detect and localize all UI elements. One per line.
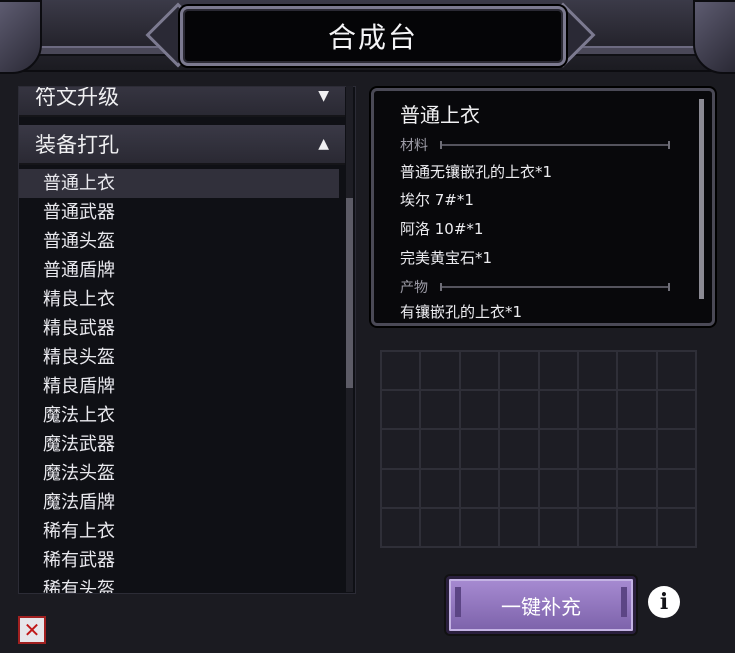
inventory-slot[interactable] bbox=[459, 468, 500, 508]
inventory-slot[interactable] bbox=[381, 351, 421, 391]
recipe-list-item[interactable]: 普通头盔 bbox=[19, 227, 339, 256]
inventory-slot[interactable] bbox=[420, 507, 460, 547]
recipe-list-item[interactable]: 稀有头盔 bbox=[19, 575, 339, 593]
recipe-list-item[interactable]: 精良武器 bbox=[19, 314, 339, 343]
recipe-list-item[interactable]: 精良上衣 bbox=[19, 285, 339, 314]
recipe-list-item[interactable]: 魔法武器 bbox=[19, 430, 339, 459]
inventory-slot[interactable] bbox=[577, 468, 618, 508]
title-plate: 合成台 bbox=[180, 6, 566, 66]
close-button[interactable]: ✕ bbox=[18, 616, 46, 644]
inventory-slot[interactable] bbox=[656, 429, 696, 469]
ornament-right bbox=[693, 0, 735, 74]
inventory-slot[interactable] bbox=[617, 351, 657, 391]
inventory-slot[interactable] bbox=[499, 390, 539, 430]
crafting-window: 合成台 符文升级 ▼ 装备打孔 ▲ 普通上衣 普通武器 普通头盔 普通盾牌 精良上衣 精良… bbox=[0, 0, 735, 653]
inventory-slot[interactable] bbox=[459, 507, 500, 547]
auto-fill-label: 一键补充 bbox=[501, 594, 581, 619]
inventory-slot[interactable] bbox=[656, 468, 696, 508]
recipe-detail-panel: 普通上衣 材料 普通无镶嵌孔的上衣*1 埃尔 7#*1 阿洛 10#*1 完美黄… bbox=[371, 88, 715, 326]
info-glyph: i bbox=[659, 589, 669, 615]
recipe-list-item[interactable]: 魔法头盔 bbox=[19, 459, 339, 488]
recipe-list-item[interactable]: 魔法盾牌 bbox=[19, 488, 339, 517]
material-entry: 阿洛 10#*1 bbox=[400, 220, 484, 238]
category-label: 符文升级 bbox=[35, 86, 119, 109]
inventory-slot[interactable] bbox=[538, 429, 578, 469]
recipe-list-item[interactable]: 普通武器 bbox=[19, 198, 339, 227]
material-entry: 普通无镶嵌孔的上衣*1 bbox=[400, 163, 553, 181]
materials-label: 材料 bbox=[400, 138, 428, 154]
products-header: 产物 bbox=[400, 277, 670, 297]
recipe-list-item[interactable]: 稀有上衣 bbox=[19, 517, 339, 546]
close-icon: ✕ bbox=[23, 618, 41, 642]
inventory-slot[interactable] bbox=[381, 468, 421, 508]
inventory-slot[interactable] bbox=[381, 429, 421, 469]
expand-arrow-icon: ▲ bbox=[318, 136, 329, 152]
category-rune-upgrade[interactable]: 符文升级 ▼ bbox=[19, 86, 345, 117]
recipe-list-item[interactable]: 精良盾牌 bbox=[19, 372, 339, 401]
inventory-slot[interactable] bbox=[499, 468, 539, 508]
recipe-list-item[interactable]: 普通上衣 bbox=[19, 169, 339, 198]
recipe-list: 普通上衣 普通武器 普通头盔 普通盾牌 精良上衣 精良武器 精良头盔 精良盾牌 魔法上衣 魔法武器… bbox=[19, 169, 339, 593]
inventory-grid bbox=[380, 350, 697, 548]
recipe-list-item[interactable]: 精良头盔 bbox=[19, 343, 339, 372]
inventory-slot[interactable] bbox=[538, 507, 578, 547]
inventory-slot[interactable] bbox=[499, 507, 539, 547]
inventory-slot[interactable] bbox=[420, 351, 460, 391]
list-scrollbar-thumb[interactable] bbox=[346, 198, 353, 388]
product-entry: 有镶嵌孔的上衣*1 bbox=[400, 303, 523, 321]
inventory-slot[interactable] bbox=[617, 390, 657, 430]
inventory-slot[interactable] bbox=[538, 468, 578, 508]
recipe-title: 普通上衣 bbox=[400, 103, 480, 127]
detail-scrollbar[interactable] bbox=[699, 99, 704, 299]
inventory-slot[interactable] bbox=[656, 390, 696, 430]
inventory-slot[interactable] bbox=[459, 351, 500, 391]
inventory-slot[interactable] bbox=[381, 390, 421, 430]
material-entry: 完美黄宝石*1 bbox=[400, 249, 493, 267]
material-entry: 埃尔 7#*1 bbox=[400, 191, 474, 209]
divider bbox=[440, 283, 670, 291]
info-icon[interactable]: i bbox=[648, 586, 680, 618]
recipe-list-item[interactable]: 魔法上衣 bbox=[19, 401, 339, 430]
inventory-slot[interactable] bbox=[538, 390, 578, 430]
category-label: 装备打孔 bbox=[35, 133, 119, 157]
inventory-slot[interactable] bbox=[577, 390, 618, 430]
recipe-list-panel: 符文升级 ▼ 装备打孔 ▲ 普通上衣 普通武器 普通头盔 普通盾牌 精良上衣 精良武器 精良… bbox=[18, 86, 356, 594]
inventory-slot[interactable] bbox=[577, 507, 618, 547]
inventory-slot[interactable] bbox=[499, 429, 539, 469]
divider bbox=[440, 141, 670, 149]
inventory-slot[interactable] bbox=[577, 429, 618, 469]
inventory-slot[interactable] bbox=[538, 351, 578, 391]
materials-header: 材料 bbox=[400, 135, 670, 155]
inventory-slot[interactable] bbox=[420, 390, 460, 430]
category-equipment-socket[interactable]: 装备打孔 ▲ bbox=[19, 125, 345, 165]
inventory-slot[interactable] bbox=[420, 468, 460, 508]
inventory-slot[interactable] bbox=[381, 507, 421, 547]
recipe-list-item[interactable]: 稀有武器 bbox=[19, 546, 339, 575]
products-label: 产物 bbox=[400, 280, 428, 296]
recipe-list-item[interactable]: 普通盾牌 bbox=[19, 256, 339, 285]
inventory-slot[interactable] bbox=[617, 468, 657, 508]
window-title: 合成台 bbox=[327, 21, 418, 54]
inventory-slot[interactable] bbox=[617, 429, 657, 469]
inventory-slot[interactable] bbox=[420, 429, 460, 469]
inventory-slot[interactable] bbox=[656, 507, 696, 547]
auto-fill-button[interactable]: 一键补充 bbox=[446, 576, 636, 634]
inventory-slot[interactable] bbox=[459, 429, 500, 469]
inventory-slot[interactable] bbox=[577, 351, 618, 391]
collapse-arrow-icon: ▼ bbox=[318, 88, 329, 104]
inventory-slot[interactable] bbox=[617, 507, 657, 547]
inventory-slot[interactable] bbox=[499, 351, 539, 391]
inventory-slot[interactable] bbox=[459, 390, 500, 430]
inventory-slot[interactable] bbox=[656, 351, 696, 391]
